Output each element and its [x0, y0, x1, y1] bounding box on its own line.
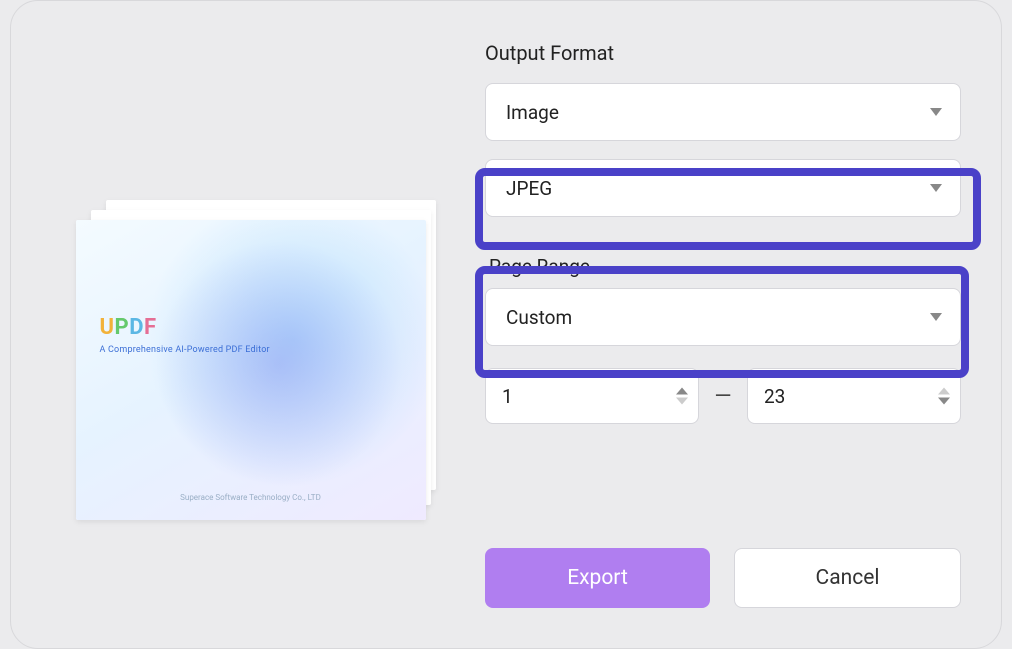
preview-column: UPDF A Comprehensive AI-Powered PDF Edit…	[61, 41, 450, 608]
button-row: Export Cancel	[485, 458, 961, 608]
page-range-label: Page Range	[485, 255, 961, 278]
logo-letter-u: U	[100, 315, 115, 340]
output-type-select[interactable]: Image	[485, 83, 961, 141]
chevron-up-icon[interactable]	[676, 388, 688, 395]
thumb-background	[76, 220, 426, 520]
cancel-button[interactable]: Cancel	[734, 548, 961, 608]
document-thumbnail-stack: UPDF A Comprehensive AI-Powered PDF Edit…	[76, 200, 436, 510]
image-format-value: JPEG	[506, 177, 940, 200]
chevron-down-icon[interactable]	[938, 398, 950, 405]
output-type-value: Image	[506, 101, 940, 124]
page-to-input[interactable]: 23	[747, 368, 961, 424]
thumb-page-front: UPDF A Comprehensive AI-Powered PDF Edit…	[76, 220, 426, 520]
logo-letter-p: P	[115, 315, 130, 340]
spinner-controls[interactable]	[938, 388, 950, 405]
export-dialog: UPDF A Comprehensive AI-Powered PDF Edit…	[10, 0, 1002, 649]
chevron-down-icon[interactable]	[676, 398, 688, 405]
output-format-label: Output Format	[485, 41, 961, 65]
logo-letter-f: F	[144, 315, 157, 340]
chevron-down-icon	[930, 313, 942, 321]
thumb-footer: Superace Software Technology Co., LTD	[76, 493, 426, 502]
updf-tagline: A Comprehensive AI-Powered PDF Editor	[100, 345, 270, 355]
page-range-mode-select[interactable]: Custom	[485, 288, 961, 346]
page-from-value: 1	[502, 385, 513, 408]
spinner-controls[interactable]	[676, 388, 688, 405]
page-range-mode-value: Custom	[506, 306, 940, 329]
image-format-select[interactable]: JPEG	[485, 159, 961, 217]
chevron-down-icon	[930, 108, 942, 116]
chevron-down-icon	[930, 184, 942, 192]
updf-logo: UPDF	[100, 315, 270, 340]
logo-letter-d: D	[129, 315, 144, 340]
page-range-row: 1 — 23	[485, 368, 961, 424]
thumb-content: UPDF A Comprehensive AI-Powered PDF Edit…	[100, 315, 270, 355]
export-button[interactable]: Export	[485, 548, 710, 608]
range-separator: —	[713, 384, 733, 409]
page-from-input[interactable]: 1	[485, 368, 699, 424]
form-column: Output Format Image JPEG Page Range Cust…	[450, 41, 971, 608]
chevron-up-icon[interactable]	[938, 388, 950, 395]
page-to-value: 23	[764, 385, 785, 408]
